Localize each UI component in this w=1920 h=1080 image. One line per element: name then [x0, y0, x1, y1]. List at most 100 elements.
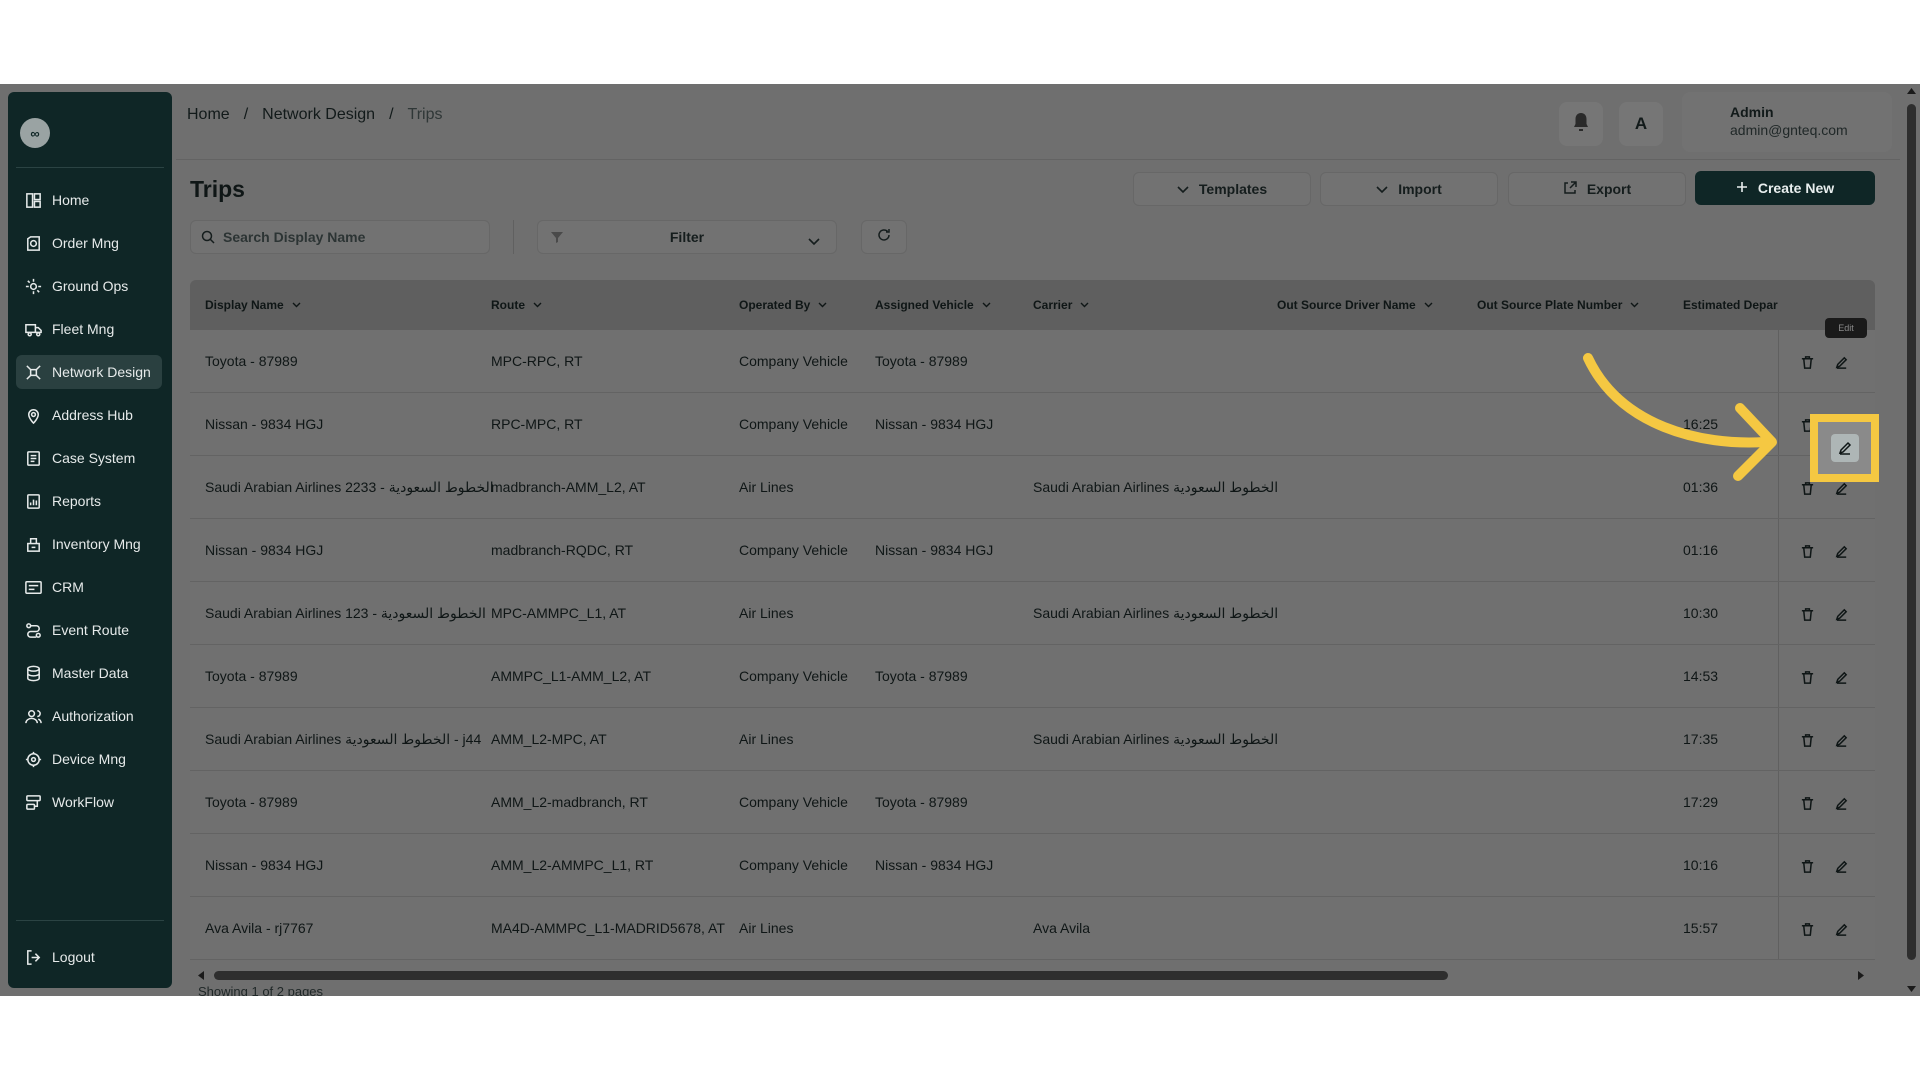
scroll-left-icon[interactable] [196, 970, 206, 981]
actions-divider [1778, 582, 1779, 644]
sidebar-item-network-design[interactable]: Network Design [16, 355, 162, 389]
scroll-right-icon[interactable] [1856, 970, 1866, 981]
sidebar-item-ground-ops[interactable]: Ground Ops [16, 269, 162, 303]
sidebar-item-label: Fleet Mng [52, 321, 115, 337]
column-header[interactable]: Carrier [1033, 280, 1089, 330]
cell-operated-by: Company Vehicle [739, 416, 848, 432]
scroll-up-icon[interactable] [1906, 86, 1917, 96]
delete-button[interactable] [1793, 537, 1821, 565]
horizontal-scrollbar[interactable] [196, 968, 1866, 980]
trash-icon [1801, 796, 1813, 810]
import-button[interactable]: Import [1320, 172, 1498, 206]
sidebar-item-authorization[interactable]: Authorization [16, 699, 162, 733]
delete-button[interactable] [1793, 915, 1821, 943]
sort-chevron-icon [533, 302, 542, 308]
column-header-label: Operated By [739, 298, 811, 312]
cell-operated-by: Air Lines [739, 731, 794, 747]
create-new-button[interactable]: Create New [1695, 171, 1875, 205]
cell-vehicle: Toyota - 87989 [875, 668, 968, 684]
sidebar-item-crm[interactable]: CRM [16, 570, 162, 604]
export-button[interactable]: Export [1508, 172, 1686, 206]
cell-est-dep: 10:16 [1683, 857, 1719, 873]
vertical-scroll-thumb[interactable] [1907, 104, 1916, 960]
breadcrumb-home[interactable]: Home [187, 106, 230, 124]
table-row[interactable]: Nissan - 9834 HGJ madbranch-RQDC, RT Compa… [190, 519, 1875, 582]
app-window: ∞ Home Order Mng Ground Ops Fleet Mng Networ… [0, 84, 1920, 996]
table-row[interactable]: Saudi Arabian Airlines الخطوط السعودية -… [190, 708, 1875, 771]
refresh-button[interactable] [861, 220, 907, 254]
column-header[interactable]: Display Name [205, 280, 301, 330]
edit-button[interactable] [1827, 348, 1855, 376]
app-logo[interactable]: ∞ [20, 118, 50, 148]
table-row[interactable]: Toyota - 87989 AMM_L2-madbranch, RT Compan… [190, 771, 1875, 834]
edit-button-highlight[interactable] [1810, 414, 1879, 482]
sidebar-item-workflow[interactable]: WorkFlow [16, 785, 162, 819]
column-header[interactable]: Out Source Driver Name [1277, 280, 1433, 330]
sidebar-item-event-route[interactable]: Event Route [16, 613, 162, 647]
logout-icon [22, 947, 44, 967]
delete-button[interactable] [1793, 600, 1821, 628]
sidebar-item-inventory-mng[interactable]: Inventory Mng [16, 527, 162, 561]
cell-display-name: Nissan - 9834 HGJ [205, 542, 324, 558]
sidebar-item-label: Authorization [52, 708, 134, 724]
cell-display-name: Toyota - 87989 [205, 668, 298, 684]
column-header[interactable]: Operated By [739, 280, 827, 330]
vertical-scrollbar[interactable] [1902, 84, 1920, 996]
delete-button[interactable] [1793, 663, 1821, 691]
pencil-icon [1835, 482, 1847, 495]
table-row[interactable]: Ava Avila - rj7767 MA4D-AMMPC_L1-MADRID56… [190, 897, 1875, 960]
sidebar-item-case-system[interactable]: Case System [16, 441, 162, 475]
column-header[interactable]: Out Source Plate Number [1477, 280, 1639, 330]
cell-carrier: Saudi Arabian Airlines الخطوط السعودية [1033, 730, 1279, 747]
edit-button[interactable] [1827, 600, 1855, 628]
edit-button[interactable] [1827, 537, 1855, 565]
notification-button[interactable] [1559, 102, 1603, 146]
sidebar-item-home[interactable]: Home [16, 183, 162, 217]
cell-carrier: Saudi Arabian Airlines الخطوط السعودية [1033, 604, 1279, 621]
edit-button[interactable] [1827, 726, 1855, 754]
column-header[interactable]: Assigned Vehicle [875, 280, 991, 330]
edit-button[interactable] [1830, 434, 1859, 462]
cell-vehicle: Toyota - 87989 [875, 353, 968, 369]
column-header[interactable]: Route [491, 280, 542, 330]
horizontal-scroll-thumb[interactable] [214, 971, 1448, 980]
cell-operated-by: Company Vehicle [739, 668, 848, 684]
user-menu[interactable]: Admin admin@gnteq.com [1682, 92, 1892, 152]
edit-button[interactable] [1827, 852, 1855, 880]
search-input[interactable] [223, 229, 473, 245]
edit-button[interactable] [1827, 789, 1855, 817]
templates-button[interactable]: Templates [1133, 172, 1311, 206]
delete-button[interactable] [1793, 726, 1821, 754]
sort-chevron-icon [1424, 302, 1433, 308]
scroll-down-icon[interactable] [1906, 984, 1917, 994]
breadcrumb-network-design[interactable]: Network Design [262, 106, 375, 124]
pencil-icon [1835, 734, 1847, 747]
column-header-label: Carrier [1033, 298, 1073, 312]
delete-button[interactable] [1793, 789, 1821, 817]
filter-dropdown[interactable]: Filter [537, 220, 837, 254]
cell-display-name: Toyota - 87989 [205, 353, 298, 369]
cell-operated-by: Air Lines [739, 920, 794, 936]
location-pin-icon [22, 405, 44, 425]
cell-est-dep: 14:53 [1683, 668, 1719, 684]
column-header[interactable]: Estimated Depar [1683, 280, 1778, 330]
edit-button[interactable] [1827, 915, 1855, 943]
logout-button[interactable]: Logout [16, 940, 162, 974]
report-icon [22, 491, 44, 511]
table-row[interactable]: Saudi Arabian Airlines 123 - الخطوط السع… [190, 582, 1875, 645]
table-row[interactable]: Toyota - 87989 AMMPC_L1-AMM_L2, AT Company… [190, 645, 1875, 708]
edit-button[interactable] [1827, 663, 1855, 691]
sidebar-item-fleet-mng[interactable]: Fleet Mng [16, 312, 162, 346]
sidebar-item-device-mng[interactable]: Device Mng [16, 742, 162, 776]
table-row[interactable]: Nissan - 9834 HGJ AMM_L2-AMMPC_L1, RT Comp… [190, 834, 1875, 897]
sidebar-item-master-data[interactable]: Master Data [16, 656, 162, 690]
cell-display-name: Saudi Arabian Airlines 123 - الخطوط السع… [205, 604, 486, 621]
sidebar-item-order-mng[interactable]: Order Mng [16, 226, 162, 260]
delete-button[interactable] [1793, 852, 1821, 880]
sidebar-item-reports[interactable]: Reports [16, 484, 162, 518]
cell-carrier: Saudi Arabian Airlines الخطوط السعودية [1033, 478, 1279, 495]
language-button[interactable]: A [1619, 102, 1663, 146]
user-name: Admin [1730, 104, 1774, 120]
sidebar-item-address-hub[interactable]: Address Hub [16, 398, 162, 432]
sidebar-divider [16, 920, 164, 921]
